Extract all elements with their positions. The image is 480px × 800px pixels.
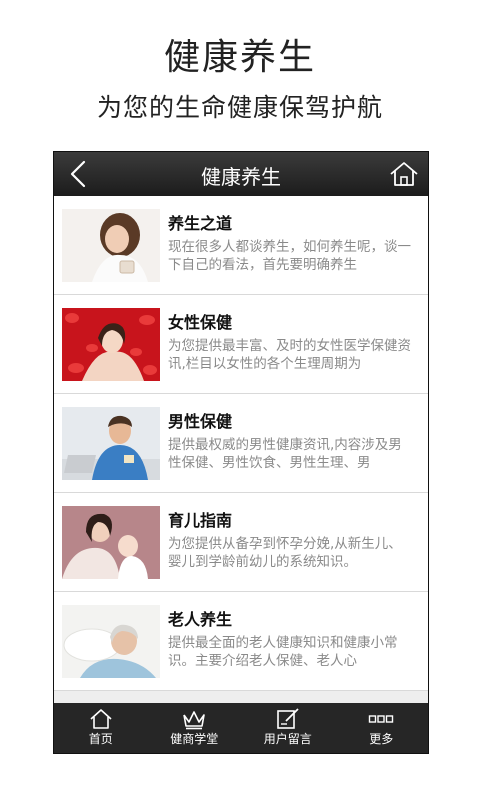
nav-label: 用户留言 [263, 732, 312, 746]
item-title: 育儿指南 [168, 511, 233, 530]
edit-note-icon [276, 708, 299, 729]
more-dots-icon [369, 715, 394, 723]
list-item[interactable]: 老人养生 提供最全面的老人健康知识和健康小常识。主要介绍老人保健、老人心 [54, 592, 428, 691]
item-title: 女性保健 [168, 313, 233, 332]
mother-and-baby-photo [62, 506, 160, 579]
home-button[interactable] [388, 158, 420, 190]
bottom-nav: 首页 健商学堂 用户留言 更多 [54, 703, 428, 753]
app-titlebar: 健康养生 [54, 152, 428, 196]
nav-more[interactable]: 更多 [335, 703, 429, 753]
list-item[interactable]: 男性保健 提供最权威的男性健康资讯,内容涉及男性保健、男性饮食、男性生理、男 [54, 394, 428, 493]
nav-label: 更多 [369, 732, 394, 746]
item-description: 提供最全面的老人健康知识和健康小常识。主要介绍老人保健、老人心 [168, 635, 398, 669]
item-description: 为您提供最丰富、及时的女性医学保健资讯,栏目以女性的各个生理周期为 [168, 338, 411, 372]
item-description: 现在很多人都谈养生，如何养生呢，谈一下自己的看法，首先要明确养生 [168, 239, 411, 273]
nav-health-class[interactable]: 健商学堂 [148, 703, 242, 753]
hero-title: 健康养生 [163, 37, 316, 78]
list-item[interactable]: 养生之道 现在很多人都谈养生，如何养生呢，谈一下自己的看法，首先要明确养生 [54, 196, 428, 295]
item-title: 养生之道 [168, 214, 233, 233]
elderly-woman-resting-photo [62, 605, 160, 678]
app-title: 健康养生 [201, 165, 281, 189]
item-description: 提供最权威的男性健康资讯,内容涉及男性保健、男性饮食、男性生理、男 [168, 437, 402, 471]
home-icon [90, 709, 112, 729]
nav-label: 健商学堂 [170, 732, 219, 746]
hero-subtitle: 为您的生命健康保驾护航 [96, 93, 383, 122]
nav-label: 首页 [88, 732, 113, 746]
nav-home[interactable]: 首页 [54, 703, 148, 753]
woman-in-rose-petals-photo [62, 308, 160, 381]
man-at-laptop-photo [62, 407, 160, 480]
phone-screen: 健康养生 养生之道 现在很多人都谈养生，如何养生呢，谈一下自己的看法，首先要明确… [53, 151, 429, 754]
crown-icon [183, 711, 206, 730]
nav-user-messages[interactable]: 用户留言 [241, 703, 335, 753]
list-item[interactable]: 育儿指南 为您提供从备孕到怀孕分娩,从新生儿、婴儿到学龄前幼儿的系统知识。 [54, 493, 428, 592]
list-item[interactable]: 女性保健 为您提供最丰富、及时的女性医学保健资讯,栏目以女性的各个生理周期为 [54, 295, 428, 394]
woman-with-tea-photo [62, 209, 160, 282]
article-list: 养生之道 现在很多人都谈养生，如何养生呢，谈一下自己的看法，首先要明确养生 女性 [54, 196, 428, 691]
home-icon [390, 162, 418, 186]
item-title: 老人养生 [168, 610, 233, 629]
item-description: 为您提供从备孕到怀孕分娩,从新生儿、婴儿到学龄前幼儿的系统知识。 [168, 536, 402, 570]
item-title: 男性保健 [168, 412, 233, 431]
